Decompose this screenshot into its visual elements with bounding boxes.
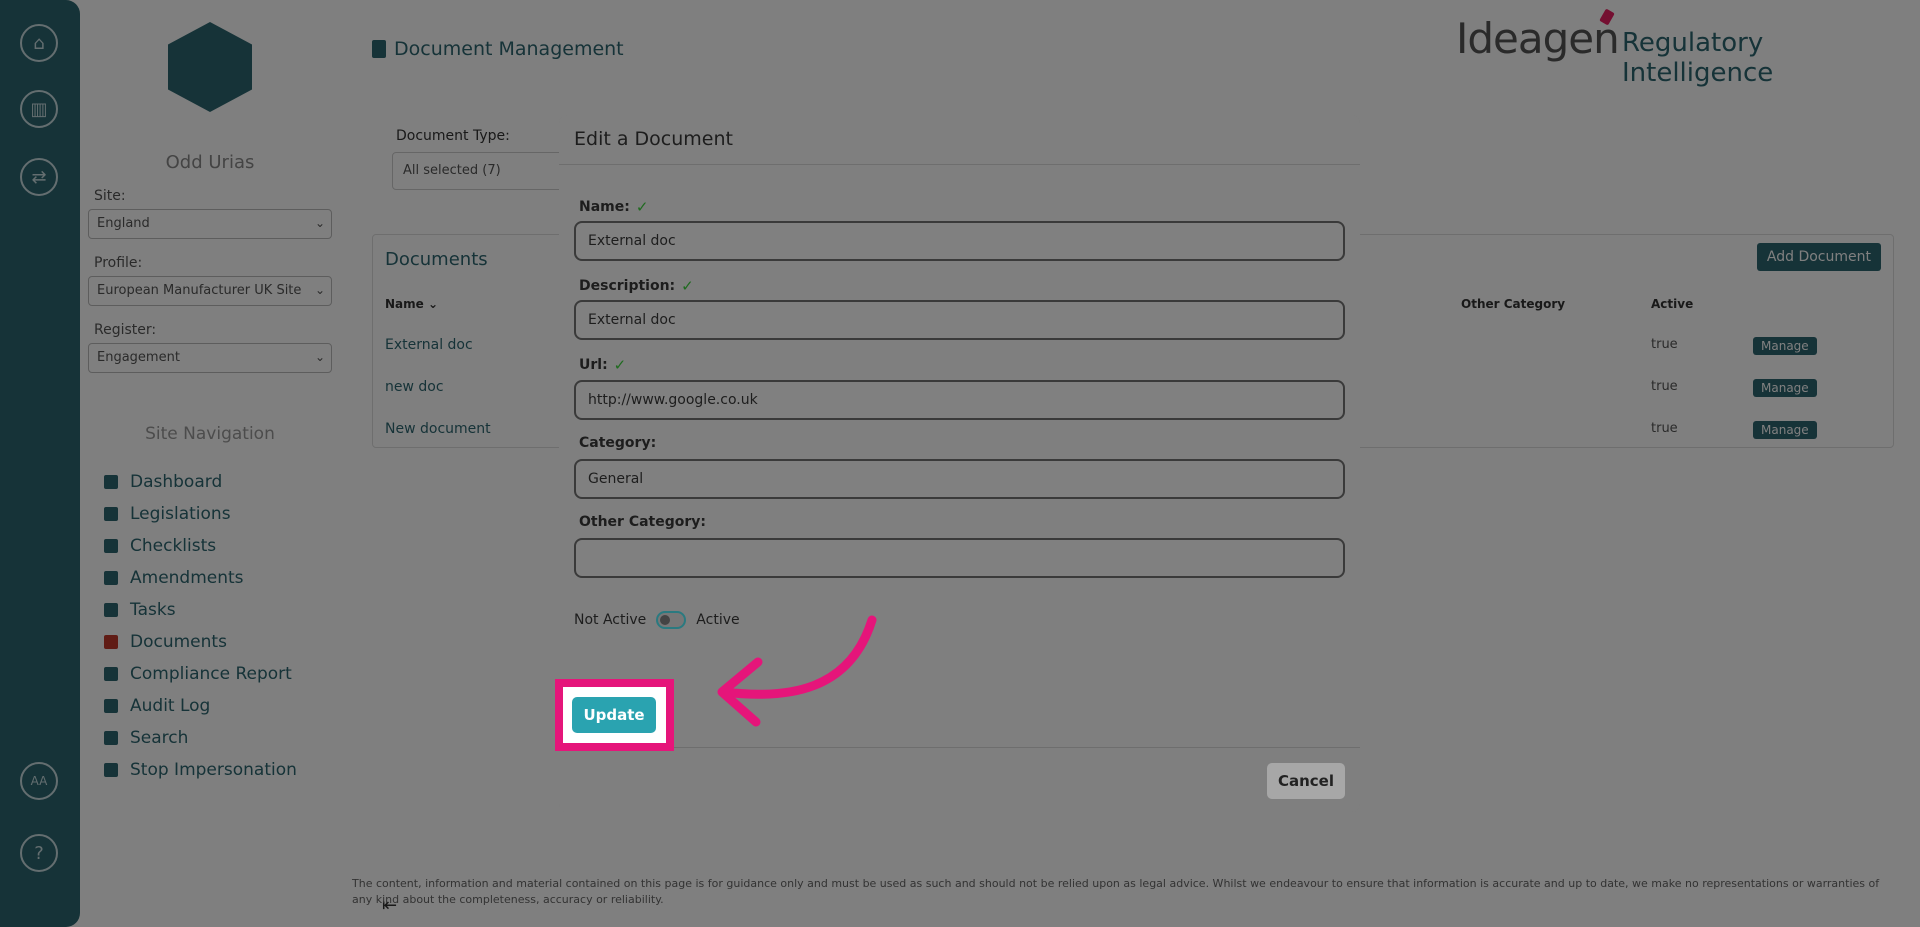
active-toggle[interactable] bbox=[656, 611, 687, 629]
category-input[interactable] bbox=[574, 459, 1345, 499]
not-active-label: Not Active bbox=[574, 612, 647, 628]
category-label: Category: bbox=[579, 435, 656, 451]
checkmark-icon: ✓ bbox=[613, 356, 627, 374]
modal-title: Edit a Document bbox=[574, 128, 733, 150]
description-input[interactable] bbox=[574, 300, 1345, 340]
url-label: Url: ✓ bbox=[579, 356, 626, 374]
update-button-highlighted[interactable]: Update bbox=[572, 697, 656, 733]
modal-footer-divider bbox=[559, 747, 1360, 748]
description-label: Description: ✓ bbox=[579, 277, 694, 295]
description-label-text: Description: bbox=[579, 278, 676, 294]
checkmark-icon: ✓ bbox=[635, 198, 649, 216]
other-category-label-text: Other Category: bbox=[579, 514, 707, 530]
name-label: Name: ✓ bbox=[579, 198, 648, 216]
checkmark-icon: ✓ bbox=[681, 277, 694, 295]
name-input[interactable] bbox=[574, 221, 1345, 261]
other-category-label: Other Category: bbox=[579, 514, 706, 530]
url-input[interactable] bbox=[574, 380, 1345, 420]
category-label-text: Category: bbox=[579, 435, 657, 451]
pointer-arrow-icon bbox=[717, 615, 877, 727]
other-category-input[interactable] bbox=[574, 538, 1345, 578]
cancel-button[interactable]: Cancel bbox=[1267, 763, 1345, 799]
modal-header: Edit a Document bbox=[559, 115, 1360, 165]
edit-document-modal: Edit a Document Name: ✓ Description: ✓ Url… bbox=[559, 115, 1360, 812]
toggle-knob bbox=[660, 615, 671, 625]
url-label-text: Url: bbox=[579, 357, 608, 373]
name-label-text: Name: bbox=[579, 199, 630, 215]
